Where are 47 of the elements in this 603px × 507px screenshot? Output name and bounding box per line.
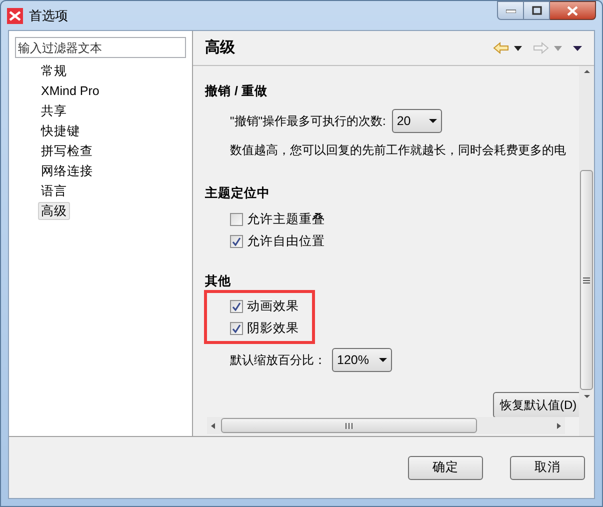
checkbox-label[interactable]: 允许自由位置 <box>247 232 325 250</box>
filter-field[interactable]: 输入过滤器文本 <box>15 37 186 58</box>
minimize-button[interactable] <box>497 1 524 20</box>
sidebar-item[interactable]: 拼写检查 <box>38 142 96 160</box>
section-heading: 主题定位中 <box>205 185 271 202</box>
checkbox[interactable] <box>230 234 243 248</box>
field-label: "撤销"操作最多可执行的次数: <box>230 113 386 130</box>
section-heading: 其他 <box>205 273 232 290</box>
dialog-button[interactable]: 确定 <box>408 456 483 480</box>
sidebar-item[interactable]: 共享 <box>38 102 70 120</box>
vertical-scrollbar[interactable] <box>579 66 594 436</box>
checkbox[interactable] <box>230 212 243 226</box>
sidebar-item[interactable]: 高级 <box>38 202 70 220</box>
sidebar-item[interactable]: 快捷键 <box>38 122 83 140</box>
hint-text: 数值越高，您可以回复的先前工作就越长，同时会耗费更多的电 <box>230 142 566 159</box>
sidebar-item[interactable]: 常规 <box>38 62 70 80</box>
checkbox-label[interactable]: 动画效果 <box>247 296 299 316</box>
section-heading: 撤销 / 重做 <box>205 83 268 100</box>
checkbox-label[interactable]: 允许主题重叠 <box>247 210 325 228</box>
close-button[interactable] <box>550 1 596 20</box>
grip-icon <box>583 276 590 284</box>
view-menu-icon[interactable] <box>573 46 582 50</box>
page-title: 高级 <box>205 38 236 58</box>
dropdown-caret-icon[interactable] <box>514 46 522 50</box>
dropdown-caret-icon <box>554 46 562 50</box>
dropdown-caret-icon <box>428 119 437 123</box>
dialog-button[interactable]: 取消 <box>510 456 585 480</box>
restore-defaults-button[interactable]: 恢复默认值(D) <box>493 392 579 417</box>
field-label: 默认缩放百分比： <box>230 352 326 369</box>
checkbox[interactable] <box>230 300 243 312</box>
horizontal-scrollbar[interactable] <box>207 417 565 434</box>
close-icon <box>567 6 578 16</box>
checkbox-label[interactable]: 阴影效果 <box>247 318 299 338</box>
dropdown[interactable]: 120% <box>332 348 392 372</box>
sidebar-item[interactable]: 网络连接 <box>38 162 96 180</box>
maximize-icon <box>532 6 542 15</box>
forward-arrow-icon <box>533 42 549 54</box>
grip-icon <box>345 422 353 428</box>
dropdown-caret-icon <box>379 358 387 362</box>
minimize-icon <box>506 8 516 12</box>
sidebar-item[interactable]: XMind Pro <box>38 82 102 100</box>
app-logo-icon <box>7 8 23 24</box>
sidebar-item[interactable]: 语言 <box>38 182 70 200</box>
maximize-button[interactable] <box>524 1 550 20</box>
checkbox[interactable] <box>230 322 243 334</box>
window-title: 首选项 <box>29 6 68 25</box>
dropdown[interactable]: 20 <box>392 109 442 133</box>
